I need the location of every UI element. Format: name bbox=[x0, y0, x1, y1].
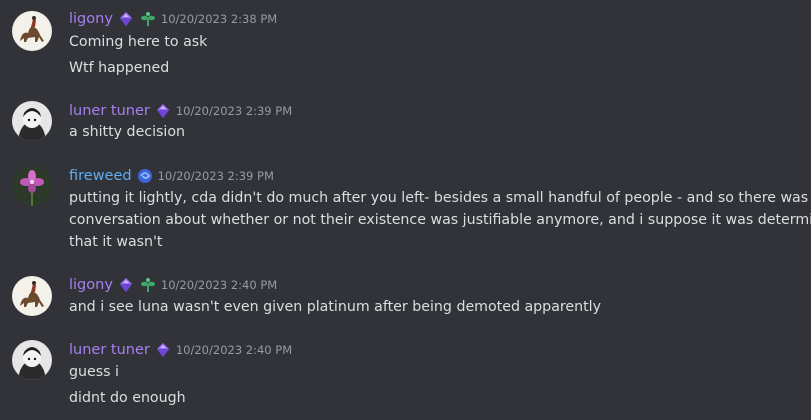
camel-rider-avatar-icon bbox=[12, 276, 52, 316]
message-text: guess i bbox=[69, 364, 119, 380]
message-text: didnt do enough bbox=[69, 390, 186, 406]
avatar[interactable] bbox=[12, 340, 52, 380]
avatar[interactable] bbox=[12, 276, 52, 316]
character-avatar-icon bbox=[12, 101, 52, 141]
message-text: Coming here to ask bbox=[69, 34, 208, 50]
message-text: a shitty decision bbox=[69, 124, 186, 140]
sprout-badge-icon[interactable] bbox=[139, 10, 157, 28]
timestamp[interactable]: 10/20/2023 2:38 PM bbox=[161, 12, 277, 26]
timestamp[interactable]: 10/20/2023 2:40 PM bbox=[176, 343, 292, 357]
message-header: luner tuner 10/20/2023 2:39 PM bbox=[69, 101, 292, 121]
message-text: conversation about whether or not their … bbox=[69, 212, 811, 228]
message-text: and i see luna wasn't even given platinu… bbox=[69, 299, 602, 315]
purple-gem-badge-icon[interactable] bbox=[117, 276, 135, 294]
message-header: ligony 10/20/2023 2:40 PM bbox=[69, 275, 277, 295]
purple-gem-badge-icon[interactable] bbox=[117, 10, 135, 28]
message-header: ligony 10/20/2023 2:38 PM bbox=[69, 9, 277, 29]
avatar[interactable] bbox=[12, 166, 52, 206]
sprout-badge-icon[interactable] bbox=[139, 276, 157, 294]
username[interactable]: luner tuner bbox=[69, 103, 150, 119]
purple-gem-badge-icon[interactable] bbox=[154, 341, 172, 359]
username[interactable]: luner tuner bbox=[69, 342, 150, 358]
timestamp[interactable]: 10/20/2023 2:40 PM bbox=[161, 278, 277, 292]
avatar[interactable] bbox=[12, 11, 52, 51]
username[interactable]: ligony bbox=[69, 11, 113, 27]
flower-avatar-icon bbox=[12, 166, 52, 206]
camel-rider-avatar-icon bbox=[12, 11, 52, 51]
message-text: putting it lightly, cda didn't do much a… bbox=[69, 190, 811, 206]
username[interactable]: fireweed bbox=[69, 168, 132, 184]
purple-gem-badge-icon[interactable] bbox=[154, 102, 172, 120]
character-avatar-icon bbox=[12, 340, 52, 380]
timestamp[interactable]: 10/20/2023 2:39 PM bbox=[176, 104, 292, 118]
message-header: luner tuner 10/20/2023 2:40 PM bbox=[69, 340, 292, 360]
avatar[interactable] bbox=[12, 101, 52, 141]
username[interactable]: ligony bbox=[69, 277, 113, 293]
message-text: that it wasn't bbox=[69, 234, 163, 250]
message-text: Wtf happened bbox=[69, 60, 170, 76]
message-header: fireweed 10/20/2023 2:39 PM bbox=[69, 166, 274, 186]
blue-swirl-badge-icon[interactable] bbox=[136, 167, 154, 185]
timestamp[interactable]: 10/20/2023 2:39 PM bbox=[158, 169, 274, 183]
